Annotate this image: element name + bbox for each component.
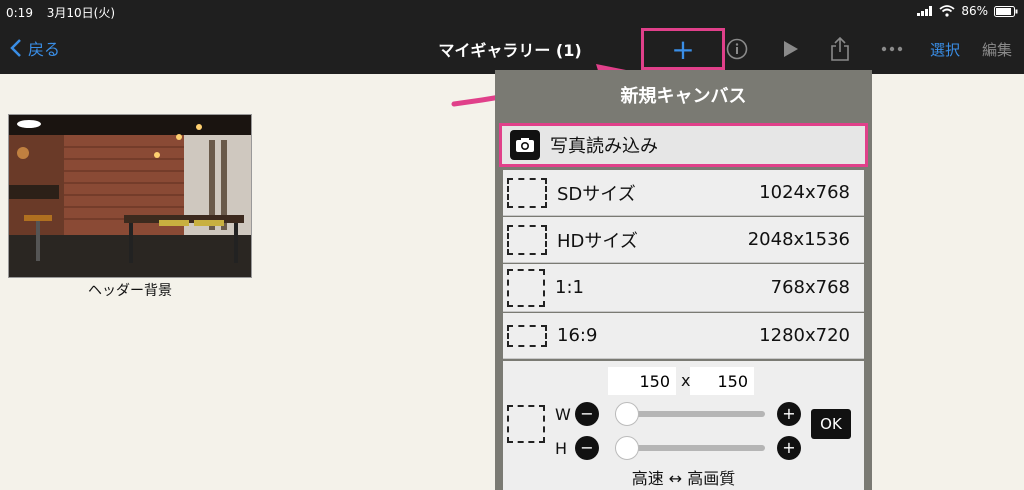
page-title-text: マイギャラリー (1) <box>438 41 582 60</box>
preset-row-widescreen[interactable]: 16:9 1280x720 <box>503 313 864 359</box>
camera-icon <box>510 130 540 160</box>
preset-name: 1:1 <box>555 277 584 298</box>
preset-name: 16:9 <box>557 325 598 346</box>
preset-row-square[interactable]: 1:1 768x768 <box>503 264 864 312</box>
height-minus-button[interactable]: − <box>575 436 599 460</box>
preset-size: 1280x720 <box>759 325 850 346</box>
back-button[interactable]: 戻る <box>10 36 60 60</box>
edit-button[interactable]: 編集 <box>980 34 1014 64</box>
status-left: 0:19 3月10日(火) <box>6 4 115 21</box>
import-photo-row[interactable]: 写真読み込み <box>499 123 868 167</box>
battery-icon <box>994 5 1018 17</box>
canvas-frame-icon <box>507 405 545 443</box>
height-slider-label: H <box>555 439 568 458</box>
share-button[interactable] <box>828 34 852 64</box>
gallery-thumbnail[interactable] <box>8 114 252 278</box>
plus-icon: + <box>671 32 695 66</box>
thumbnail-caption: ヘッダー背景 <box>88 283 172 299</box>
canvas-frame-icon <box>507 224 547 255</box>
info-icon <box>726 38 748 60</box>
height-field[interactable]: 150 <box>690 367 754 395</box>
signal-icon <box>917 6 933 16</box>
new-canvas-popover: 新規キャンバス 写真読み込み SDサイズ 1024x768 HDサイズ 2048… <box>495 70 872 490</box>
status-right: 86% <box>917 4 1018 18</box>
preset-row-sd[interactable]: SDサイズ 1024x768 <box>503 170 864 216</box>
status-time: 0:19 <box>6 6 33 20</box>
width-plus-button[interactable]: + <box>777 402 801 426</box>
canvas-frame-icon <box>507 177 547 208</box>
width-field[interactable]: 150 <box>608 367 676 395</box>
width-slider-knob[interactable] <box>615 402 639 426</box>
wifi-icon <box>939 5 955 17</box>
more-button[interactable] <box>880 34 904 64</box>
import-photo-label: 写真読み込み <box>550 136 658 157</box>
more-icon <box>881 46 903 52</box>
share-icon <box>831 37 849 61</box>
play-icon <box>784 41 798 57</box>
back-label: 戻る <box>28 40 61 59</box>
width-slider-label: W <box>555 405 571 424</box>
width-minus-button[interactable]: − <box>575 402 599 426</box>
preset-name: SDサイズ <box>557 183 636 205</box>
preset-size: 768x768 <box>770 277 850 298</box>
preset-size: 2048x1536 <box>747 229 850 250</box>
status-date: 3月10日(火) <box>46 6 116 20</box>
play-button[interactable] <box>778 34 802 64</box>
preset-name: HDサイズ <box>557 230 638 252</box>
add-canvas-button[interactable]: + <box>641 28 725 70</box>
quality-label: 高速 ↔ 高画質 <box>631 469 736 488</box>
status-bar: 0:19 3月10日(火) 86% <box>0 0 1024 24</box>
preset-size: 1024x768 <box>759 182 850 203</box>
canvas-frame-icon <box>507 268 545 307</box>
page-title: マイギャラリー (1) <box>0 37 1024 61</box>
battery-percent: 86% <box>961 4 988 18</box>
popover-title: 新規キャンバス <box>620 86 747 107</box>
select-button[interactable]: 選択 <box>928 34 962 64</box>
chevron-left-icon <box>10 39 21 57</box>
custom-size-panel: 150 x 150 W − + H − + OK 高速 ↔ 高画質 <box>503 361 864 490</box>
thumbnail-image <box>9 115 251 277</box>
ok-button[interactable]: OK <box>811 409 851 439</box>
height-plus-button[interactable]: + <box>777 436 801 460</box>
info-button[interactable] <box>724 34 750 64</box>
height-slider-knob[interactable] <box>615 436 639 460</box>
preset-row-hd[interactable]: HDサイズ 2048x1536 <box>503 217 864 263</box>
canvas-frame-icon <box>507 324 547 347</box>
